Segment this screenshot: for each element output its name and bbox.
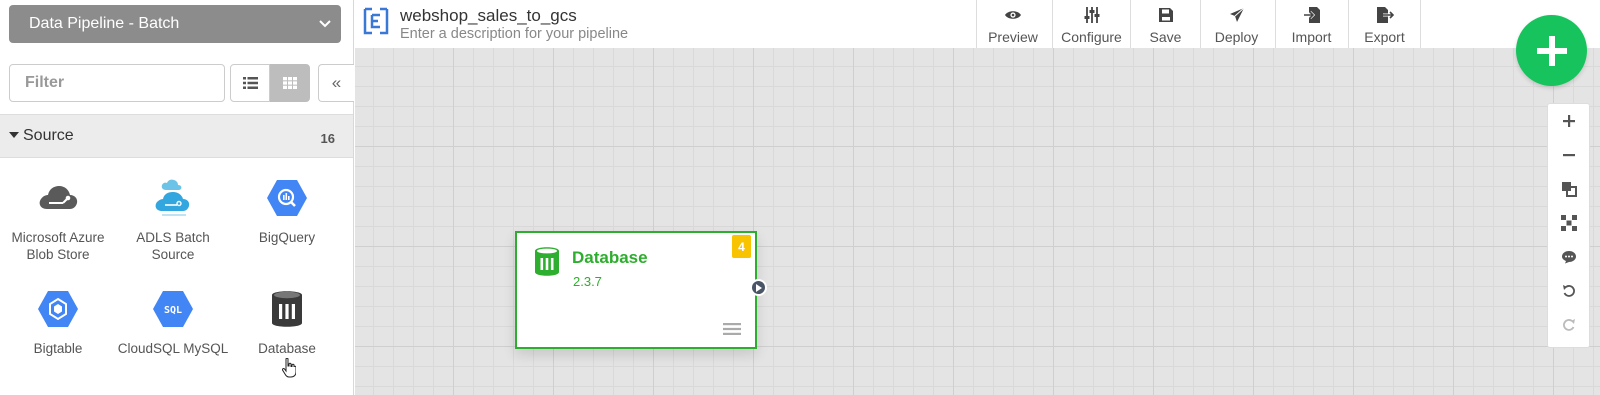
fit-screen-icon [1561, 182, 1577, 197]
import-button[interactable]: Import [1275, 0, 1347, 48]
pipeline-type-select[interactable]: Data Pipeline - Batch [9, 5, 341, 43]
hand-pointer-icon [281, 357, 297, 383]
source-section-header[interactable]: Source 16 [0, 114, 353, 158]
plugin-label: Bigtable [33, 341, 83, 356]
database-icon [229, 285, 345, 333]
configure-button[interactable]: Configure [1052, 0, 1130, 48]
cloudsql-icon-text: SQL [164, 305, 182, 316]
pipeline-type-label: Data Pipeline - Batch [29, 15, 180, 32]
floppy-disk-icon [1158, 2, 1174, 28]
redo-button[interactable] [1548, 308, 1589, 342]
add-comment-button[interactable] [1548, 240, 1589, 274]
node-version: 2.3.7 [573, 274, 602, 289]
plugin-label: CloudSQL MySQL [117, 341, 229, 356]
plugin-bigtable[interactable]: Bigtable [0, 285, 116, 357]
comment-icon [1561, 251, 1576, 264]
plugin-label: ADLS Batch Source [136, 230, 210, 262]
plugin-azure-blob-store[interactable]: Microsoft Azure Blob Store [0, 174, 116, 263]
configure-label: Configure [1061, 29, 1122, 45]
list-icon [242, 77, 258, 89]
pipeline-name[interactable]: webshop_sales_to_gcs [400, 6, 577, 26]
plugin-label: BigQuery [258, 230, 316, 245]
source-section-title: Source [23, 127, 74, 144]
deploy-label: Deploy [1214, 29, 1259, 45]
node-warning-badge[interactable]: 4 [732, 235, 751, 258]
plugin-bigquery[interactable]: BigQuery [229, 174, 345, 246]
database-icon [534, 246, 560, 282]
play-icon [756, 283, 762, 292]
preview-label: Preview [988, 29, 1038, 45]
plugin-cloudsql-mysql[interactable]: SQL CloudSQL MySQL [115, 285, 231, 357]
plugin-palette-sidebar: Data Pipeline - Batch « Source 16 [0, 0, 354, 395]
plugin-label: Database [258, 341, 316, 356]
grid-view-button[interactable] [270, 64, 310, 102]
grid-icon [283, 77, 297, 89]
import-label: Import [1291, 29, 1332, 45]
hamburger-menu-icon[interactable] [723, 322, 741, 340]
list-view-button[interactable] [230, 64, 270, 102]
pipeline-logo-icon [363, 7, 389, 35]
export-button[interactable]: Export [1348, 0, 1421, 48]
canvas-controls-panel [1547, 103, 1590, 348]
node-name: Database [572, 248, 648, 267]
database-source-node[interactable]: Database 2.3.7 4 [515, 231, 757, 349]
deploy-button[interactable]: Deploy [1200, 0, 1272, 48]
zoom-out-icon [1562, 153, 1575, 156]
pipeline-description-field[interactable]: Enter a description for your pipeline [400, 26, 628, 42]
azure-cloud-icon [0, 174, 116, 222]
save-button[interactable]: Save [1130, 0, 1200, 48]
undo-icon [1562, 285, 1575, 297]
adls-cloud-icon [115, 174, 231, 222]
pipeline-canvas[interactable]: Database 2.3.7 4 [355, 48, 1600, 395]
paper-plane-icon [1229, 2, 1245, 28]
sliders-icon [1084, 2, 1100, 28]
cloudsql-icon: SQL [115, 285, 231, 333]
redo-icon [1562, 319, 1575, 331]
eye-icon [1004, 2, 1022, 28]
collapse-sidebar-button[interactable]: « [318, 64, 354, 102]
plugin-filter-input[interactable] [9, 64, 225, 102]
plugin-database[interactable]: Database [229, 285, 345, 357]
bigquery-icon [229, 174, 345, 222]
undo-button[interactable] [1548, 274, 1589, 308]
add-button[interactable] [1516, 15, 1587, 86]
import-icon [1303, 2, 1321, 28]
plus-icon [1536, 35, 1567, 66]
bigtable-icon [0, 285, 116, 333]
export-label: Export [1364, 29, 1405, 45]
fit-to-screen-button[interactable] [1548, 172, 1589, 206]
zoom-in-icon [1562, 115, 1575, 127]
align-icon [1560, 215, 1577, 231]
pipeline-toolbar: webshop_sales_to_gcs Enter a description… [355, 0, 1600, 48]
export-icon [1376, 2, 1394, 28]
plugin-adls-batch-source[interactable]: ADLS Batch Source [115, 174, 231, 263]
plugin-label: Microsoft Azure Blob Store [11, 230, 105, 262]
align-nodes-button[interactable] [1548, 206, 1589, 240]
caret-down-icon [9, 132, 19, 138]
source-section-count: 16 [320, 131, 335, 146]
zoom-out-button[interactable] [1548, 138, 1589, 172]
node-output-port[interactable] [750, 279, 767, 296]
save-label: Save [1149, 29, 1182, 45]
chevron-down-icon [319, 5, 331, 43]
preview-button[interactable]: Preview [976, 0, 1049, 48]
zoom-in-button[interactable] [1548, 104, 1589, 138]
